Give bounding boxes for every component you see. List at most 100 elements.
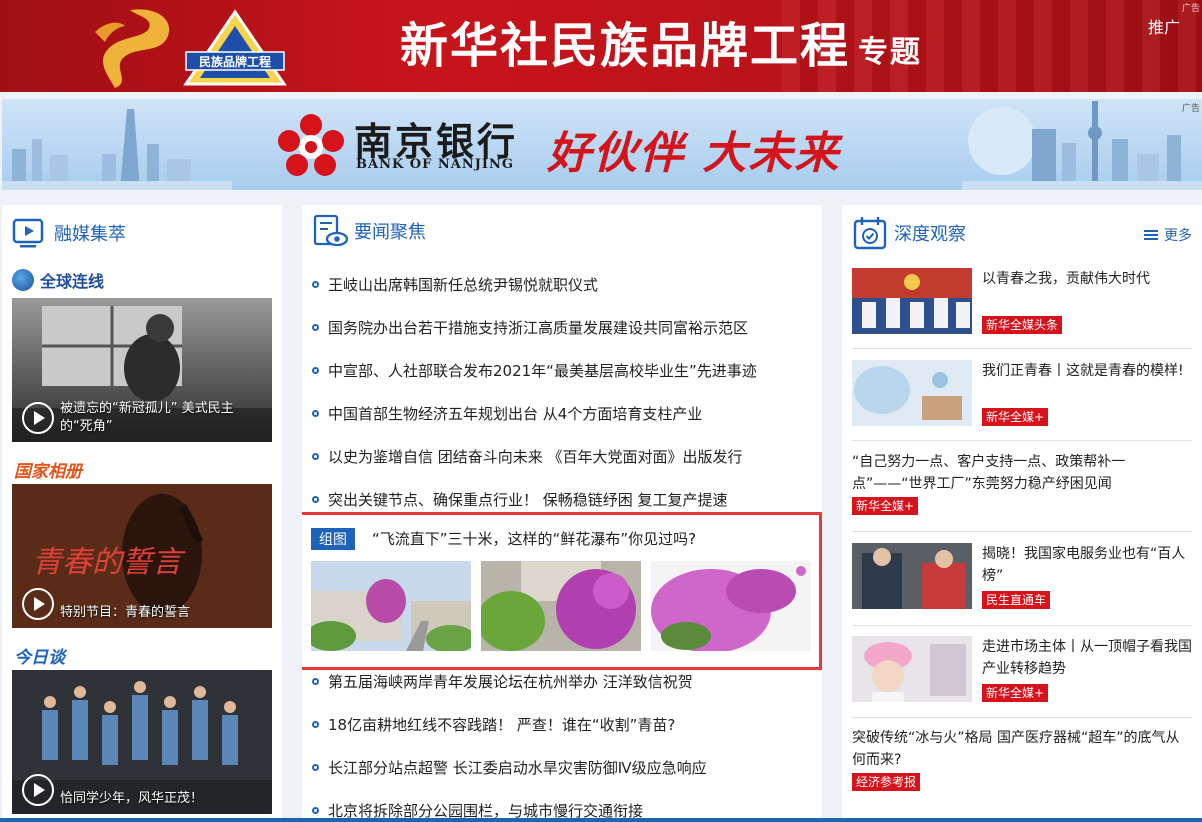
gallery-images (311, 561, 811, 651)
globe-icon (12, 269, 34, 291)
city-skyline-left (2, 109, 232, 190)
play-icon[interactable] (22, 588, 54, 620)
bank-ad-banner[interactable]: 南京银行 BANK OF NANJING 好伙伴 大未来 广告 (2, 99, 1202, 190)
source-tag: 民生直通车 (982, 591, 1051, 609)
deep-item-6[interactable]: 突破传统“冰与火”格局 国产医疗器械“超车”的底气从何而来? 经济参考报 (852, 727, 1192, 793)
source-tag: 经济参考报 (852, 773, 921, 791)
dragon-icon (95, 9, 170, 89)
list-item[interactable]: 长江部分站点超警 长江委启动水旱灾害防御Ⅳ级应急响应 (312, 746, 812, 789)
deep-thumb-5[interactable] (852, 636, 972, 702)
gallery-image-2[interactable] (481, 561, 641, 651)
news-link[interactable]: 王岐山出席韩国新任总统尹锡悦就职仪式 (328, 274, 598, 295)
headline-section-header[interactable]: 要闻聚焦 (312, 213, 426, 249)
video-card-3[interactable]: 恰同学少年，风华正茂！ (12, 670, 272, 814)
bullet-icon (312, 410, 319, 417)
bullet-icon (312, 367, 319, 374)
news-link[interactable]: 中宣部、人社部联合发布2021年“最美基层高校毕业生”先进事迹 (328, 360, 757, 381)
video-caption-1: 被遗忘的“新冠孤儿” 美式民主的“死角” (60, 401, 234, 434)
deep-item-1[interactable]: 以青春之我，贡献伟大时代 新华全媒头条 (852, 268, 1192, 338)
calendar-check-icon (853, 217, 887, 250)
source-tag: 新华全媒+ (982, 684, 1049, 702)
gallery-image-3[interactable] (651, 561, 811, 651)
news-eye-icon (313, 214, 348, 247)
deep-text-1[interactable]: 以青春之我，贡献伟大时代 (982, 268, 1192, 290)
source-tag: 新华全媒+ (982, 408, 1049, 426)
bullet-icon (312, 678, 319, 685)
bullet-icon (312, 281, 319, 288)
bank-logo-icon (278, 114, 344, 176)
list-item[interactable]: 18亿亩耕地红线不容践踏！ 严查！谁在“收割”青苗? (312, 703, 812, 746)
bullet-icon (312, 721, 319, 728)
national-album-subhead[interactable]: 国家相册 (14, 457, 82, 482)
deep-text-3[interactable]: “自己努力一点、客户支持一点、政策帮补一点”——“世界工厂”东莞努力稳产纾困见闻 (852, 451, 1192, 495)
media-column: 融媒集萃 全球连线 被遗忘的“新冠孤儿” 美式民主的“死角” 国家相册 青春的誓… (2, 205, 282, 822)
divider (852, 717, 1192, 718)
deep-section-header[interactable]: 深度观察 (852, 215, 966, 251)
bullet-icon (312, 453, 319, 460)
bullet-icon (312, 324, 319, 331)
list-item[interactable]: 王岐山出席韩国新任总统尹锡悦就职仪式 (312, 263, 812, 306)
bottom-accent-bar (0, 818, 1202, 822)
news-link[interactable]: 以史为鉴增自信 团结奋斗向未来 《百年大党面对面》出版发行 (328, 446, 743, 467)
bullet-icon (312, 496, 319, 503)
brand-logo-icon: 民族品牌工程 (183, 9, 287, 86)
news-link[interactable]: 突出关键节点、确保重点行业！ 保畅稳链纾困 复工复产提速 (328, 489, 728, 510)
source-tag: 新华全媒+ (852, 497, 919, 515)
deep-text-6[interactable]: 突破传统“冰与火”格局 国产医疗器械“超车”的底气从何而来? (852, 727, 1192, 771)
deep-text-5[interactable]: 走进市场主体丨从一顶帽子看我国产业转移趋势 (982, 636, 1192, 680)
bullet-icon (312, 764, 319, 771)
list-item[interactable]: 中宣部、人社部联合发布2021年“最美基层高校毕业生”先进事迹 (312, 349, 812, 392)
photo-gallery-box[interactable]: 组图 “飞流直下”三十米，这样的“鲜花瀑布”你见过吗? (302, 512, 822, 670)
banner-title-main: 新华社民族品牌工程 (400, 18, 851, 74)
gallery-badge: 组图 (311, 528, 355, 550)
deep-thumb-2[interactable] (852, 360, 972, 426)
more-link[interactable]: 更多 (1144, 225, 1192, 245)
news-link[interactable]: 中国首部生物经济五年规划出台 从4个方面培育支柱产业 (328, 403, 702, 424)
list-item[interactable]: 以史为鉴增自信 团结奋斗向未来 《百年大党面对面》出版发行 (312, 435, 812, 478)
today-talk-subhead[interactable]: 今日谈 (14, 643, 65, 668)
brand-logo-text: 民族品牌工程 (199, 54, 271, 69)
divider (852, 531, 1192, 532)
bank-slogan: 好伙伴 大未来 (547, 128, 841, 179)
list-item[interactable]: 第五届海峡两岸青年发展论坛在杭州举办 汪洋致信祝贺 (312, 660, 812, 703)
deep-item-5[interactable]: 走进市场主体丨从一顶帽子看我国产业转移趋势 新华全媒+ (852, 636, 1192, 706)
video-caption-3: 恰同学少年，风华正茂！ (60, 791, 204, 806)
list-item[interactable]: 国务院办出台若干措施支持浙江高质量发展建设共同富裕示范区 (312, 306, 812, 349)
play-icon[interactable] (22, 774, 54, 806)
brand-project-banner[interactable]: 民族品牌工程 新华社民族品牌工程 专题 推广 广告 (0, 0, 1202, 92)
video-card-2[interactable]: 青春的誓言 特别节目：青春的誓言 (12, 484, 272, 628)
gallery-image-1[interactable] (311, 561, 471, 651)
deep-item-2[interactable]: 我们正青春丨这就是青春的模样! 新华全媒+ (852, 360, 1192, 430)
deep-observation-column: 深度观察 更多 以青春之我，贡献伟大时代 新华全媒头条 我们正青春丨这就是青春的… (842, 205, 1202, 822)
divider (852, 348, 1192, 349)
news-link[interactable]: 国务院办出台若干措施支持浙江高质量发展建设共同富裕示范区 (328, 317, 748, 338)
more-label: 更多 (1164, 228, 1192, 244)
banner-title: 新华社民族品牌工程 专题 (400, 16, 922, 83)
video-art-title: 青春的誓言 (32, 545, 186, 580)
media-section-title: 融媒集萃 (54, 224, 126, 245)
deep-text-2[interactable]: 我们正青春丨这就是青春的模样! (982, 360, 1192, 382)
play-icon[interactable] (22, 402, 54, 434)
news-link[interactable]: 第五届海峡两岸青年发展论坛在杭州举办 汪洋致信祝贺 (328, 671, 693, 692)
global-link-subhead[interactable]: 全球连线 (12, 268, 104, 292)
list-item[interactable]: 中国首部生物经济五年规划出台 从4个方面培育支柱产业 (312, 392, 812, 435)
deep-thumb-1[interactable] (852, 268, 972, 334)
gallery-title[interactable]: “飞流直下”三十米，这样的“鲜花瀑布”你见过吗? (372, 528, 696, 549)
news-link[interactable]: 长江部分站点超警 长江委启动水旱灾害防御Ⅳ级应急响应 (328, 757, 707, 778)
ad-tag: 广告 (1181, 104, 1200, 114)
source-tag: 新华全媒头条 (982, 316, 1063, 334)
deep-text-4[interactable]: 揭晓！我国家电服务业也有“百人榜” (982, 543, 1192, 587)
deep-item-4[interactable]: 揭晓！我国家电服务业也有“百人榜” 民生直通车 (852, 543, 1192, 613)
video-card-1[interactable]: 被遗忘的“新冠孤儿” 美式民主的“死角” (12, 298, 272, 442)
video-caption-2: 特别节目：青春的誓言 (60, 605, 191, 620)
video-screen-icon (12, 218, 44, 248)
banner-title-sub: 专题 (858, 35, 923, 70)
news-link[interactable]: 18亿亩耕地红线不容践踏！ 严查！谁在“收割”青苗? (328, 714, 675, 735)
city-skyline-right (962, 101, 1202, 190)
divider (852, 440, 1192, 441)
bank-name-en: BANK OF NANJING (356, 157, 514, 172)
deep-thumb-4[interactable] (852, 543, 972, 609)
deep-item-3[interactable]: “自己努力一点、客户支持一点、政策帮补一点”——“世界工厂”东莞努力稳产纾困见闻… (852, 451, 1192, 517)
global-link-label: 全球连线 (40, 272, 105, 291)
media-section-header[interactable]: 融媒集萃 (12, 215, 126, 251)
